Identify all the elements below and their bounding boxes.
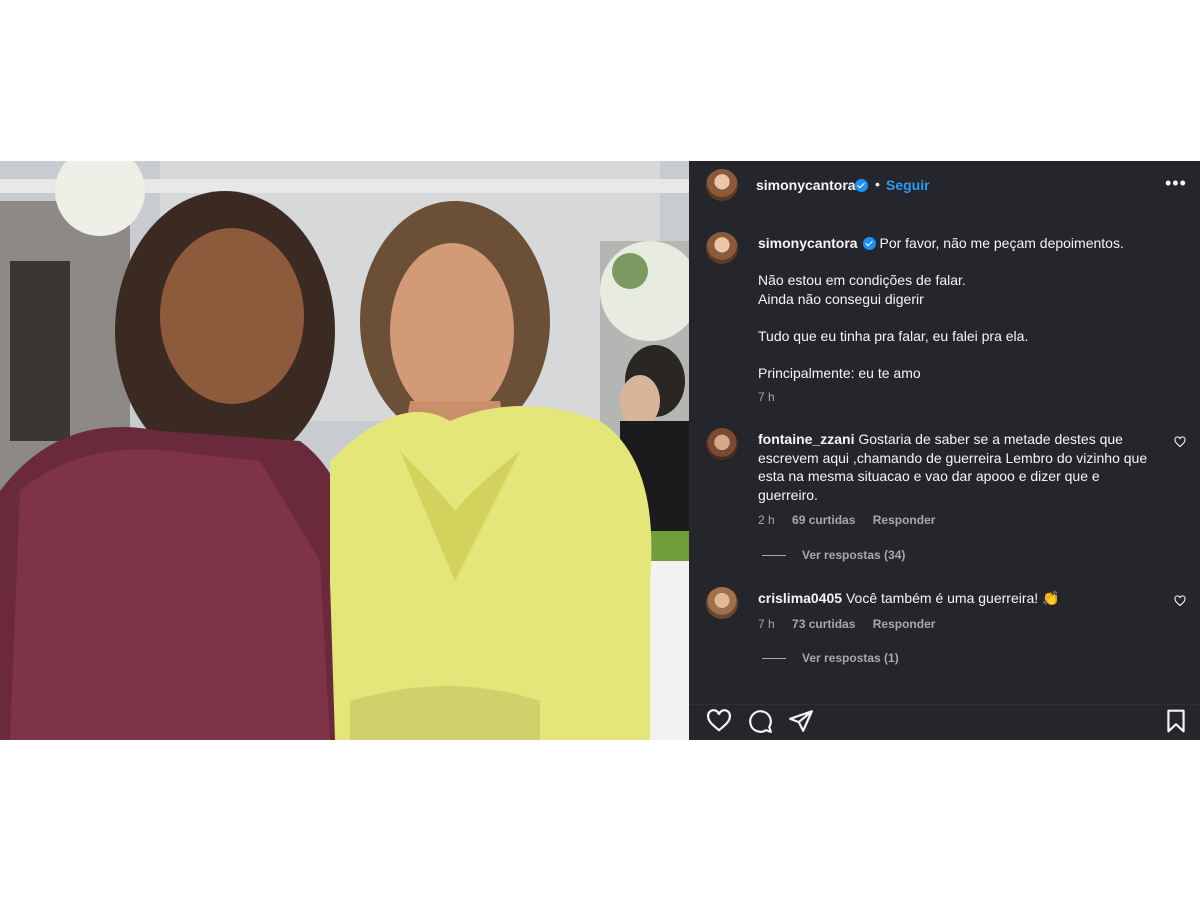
more-options-button[interactable]: ••• <box>1165 173 1187 194</box>
comment-like-heart-icon[interactable] <box>1174 436 1186 448</box>
replies-divider <box>762 658 786 660</box>
comment-timestamp[interactable]: 7 h <box>758 617 775 631</box>
comment-likes[interactable]: 73 curtidas <box>792 617 855 631</box>
verified-badge-icon <box>862 237 876 250</box>
post-side-panel: simonycantora • Seguir ••• simonycantora… <box>689 161 1200 740</box>
comment-body: crislima0405 Você também é uma guerreira… <box>758 589 1163 633</box>
comment-body: fontaine_zzani Gostaria de saber se a me… <box>758 430 1163 530</box>
bookmark-icon[interactable] <box>1163 708 1189 734</box>
view-replies-button[interactable]: Ver respostas (34) <box>762 548 905 562</box>
post-caption: simonycantora Por favor, não me peçam de… <box>758 234 1178 407</box>
comment-icon[interactable] <box>747 708 773 734</box>
commenter-username[interactable]: crislima0405 <box>758 590 842 606</box>
caption-line: Ainda não consegui digerir <box>758 290 924 307</box>
instagram-post: simonycantora • Seguir ••• simonycantora… <box>0 161 1200 740</box>
reply-button[interactable]: Responder <box>873 513 936 527</box>
caption-username[interactable]: simonycantora <box>758 235 858 251</box>
commenter-avatar[interactable] <box>706 428 738 460</box>
view-replies-button[interactable]: Ver respostas (1) <box>762 651 899 665</box>
post-photo-illustration <box>0 161 689 740</box>
post-header: simonycantora • Seguir ••• <box>689 161 1200 209</box>
caption-line: Tudo que eu tinha pra falar, eu falei pr… <box>758 327 1029 344</box>
view-replies-label: Ver respostas (34) <box>802 548 906 562</box>
heart-icon[interactable] <box>706 708 732 734</box>
comment-likes[interactable]: 69 curtidas <box>792 513 855 527</box>
caption-timestamp[interactable]: 7 h <box>758 390 775 404</box>
commenter-avatar[interactable] <box>706 587 738 619</box>
comment-item: fontaine_zzani Gostaria de saber se a me… <box>706 428 1186 538</box>
share-icon[interactable] <box>788 708 814 734</box>
caption-line: Principalmente: eu te amo <box>758 364 921 381</box>
replies-divider <box>762 555 786 557</box>
follow-button[interactable]: Seguir <box>886 177 930 193</box>
caption-author-avatar[interactable] <box>706 232 738 264</box>
comment-text: Você também é uma guerreira! 👏 <box>845 590 1060 606</box>
separator-dot: • <box>875 176 880 192</box>
comment-item: crislima0405 Você também é uma guerreira… <box>706 587 1186 637</box>
author-username[interactable]: simonycantora <box>756 177 856 193</box>
post-action-bar <box>689 704 1200 741</box>
reply-button[interactable]: Responder <box>873 617 936 631</box>
comment-like-heart-icon[interactable] <box>1174 595 1186 607</box>
post-photo[interactable] <box>0 161 689 740</box>
verified-badge-icon <box>855 179 868 192</box>
caption-line: Não estou em condições de falar. <box>758 272 966 288</box>
comment-timestamp[interactable]: 2 h <box>758 513 775 527</box>
author-avatar[interactable] <box>706 169 738 201</box>
commenter-username[interactable]: fontaine_zzani <box>758 431 854 447</box>
view-replies-label: Ver respostas (1) <box>802 651 899 665</box>
caption-line: Por favor, não me peçam depoimentos. <box>879 235 1124 251</box>
